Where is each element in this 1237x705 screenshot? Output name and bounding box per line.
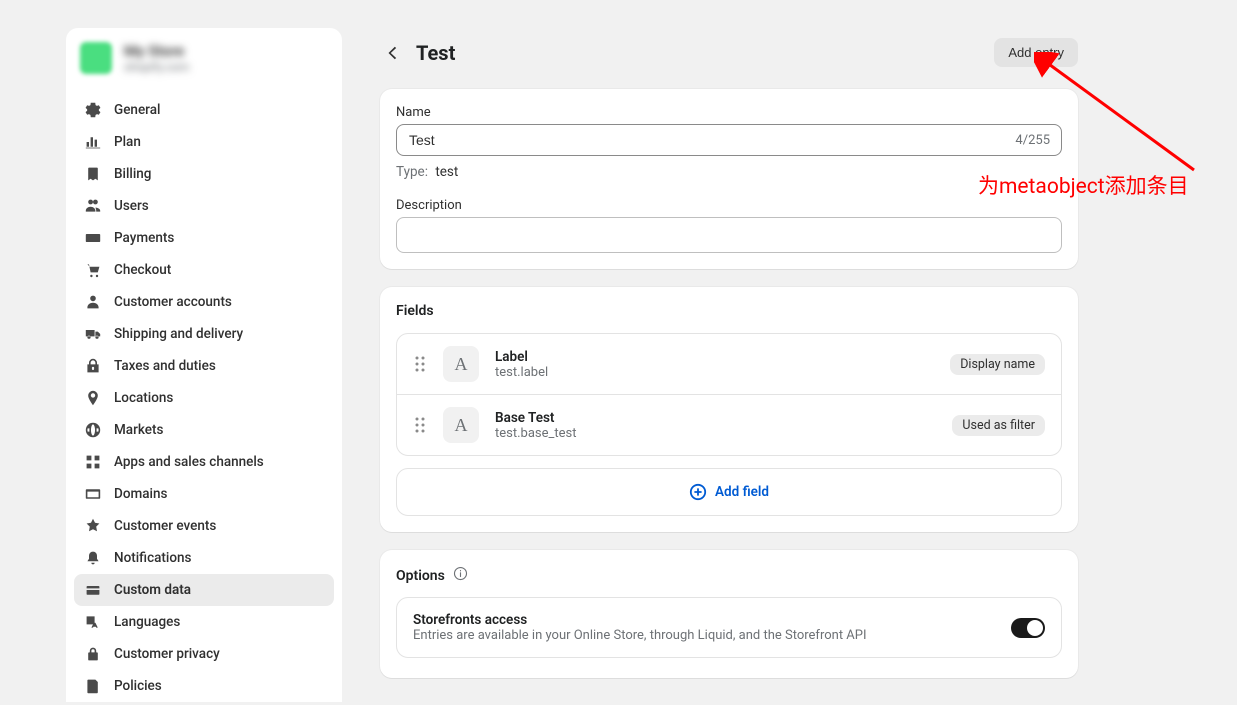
- policies-icon: [84, 677, 102, 695]
- settings-nav: General Plan Billing Users Payments Chec…: [66, 88, 342, 702]
- add-field-label: Add field: [715, 484, 769, 500]
- field-badge: Used as filter: [952, 415, 1045, 436]
- back-button[interactable]: [380, 40, 406, 66]
- sidebar-item-checkout[interactable]: Checkout: [74, 254, 334, 286]
- add-field-button[interactable]: Add field: [396, 468, 1062, 516]
- customer-accounts-icon: [84, 293, 102, 311]
- sidebar-item-customer-privacy[interactable]: Customer privacy: [74, 638, 334, 670]
- sidebar-item-users[interactable]: Users: [74, 190, 334, 222]
- settings-sidebar: My Store shopify.com General Plan Billin…: [66, 28, 342, 702]
- store-header[interactable]: My Store shopify.com: [66, 28, 342, 88]
- users-icon: [84, 197, 102, 215]
- sidebar-item-shipping[interactable]: Shipping and delivery: [74, 318, 334, 350]
- field-key: test.base_test: [495, 426, 936, 441]
- sidebar-item-label: Custom data: [114, 582, 191, 598]
- privacy-icon: [84, 645, 102, 663]
- type-value: test: [435, 164, 458, 180]
- markets-icon: [84, 421, 102, 439]
- field-type-icon: A: [443, 407, 479, 443]
- storefront-access-option: Storefronts access Entries are available…: [396, 597, 1062, 658]
- checkout-icon: [84, 261, 102, 279]
- sidebar-item-general[interactable]: General: [74, 94, 334, 126]
- sidebar-item-label: Customer privacy: [114, 646, 220, 662]
- storefront-access-toggle[interactable]: [1011, 618, 1045, 638]
- sidebar-item-label: Policies: [114, 678, 162, 694]
- notifications-icon: [84, 549, 102, 567]
- info-icon[interactable]: [453, 566, 468, 585]
- page-title: Test: [416, 41, 455, 65]
- taxes-icon: [84, 357, 102, 375]
- name-label: Name: [396, 105, 1062, 120]
- sidebar-item-apps[interactable]: Apps and sales channels: [74, 446, 334, 478]
- sidebar-item-label: Domains: [114, 486, 167, 502]
- sidebar-item-label: Payments: [114, 230, 174, 246]
- sidebar-item-markets[interactable]: Markets: [74, 414, 334, 446]
- locations-icon: [84, 389, 102, 407]
- options-card: Options Storefronts access Entries are a…: [380, 550, 1078, 678]
- field-row[interactable]: A Base Test test.base_test Used as filte…: [397, 395, 1061, 455]
- sidebar-item-label: Checkout: [114, 262, 171, 278]
- sidebar-item-label: Shipping and delivery: [114, 326, 243, 342]
- sidebar-item-payments[interactable]: Payments: [74, 222, 334, 254]
- sidebar-item-label: Customer events: [114, 518, 216, 534]
- sidebar-item-label: Apps and sales channels: [114, 454, 264, 470]
- sidebar-item-locations[interactable]: Locations: [74, 382, 334, 414]
- store-logo: [80, 42, 112, 74]
- sidebar-item-label: Taxes and duties: [114, 358, 216, 374]
- domains-icon: [84, 485, 102, 503]
- field-name: Label: [495, 349, 934, 365]
- sidebar-item-plan[interactable]: Plan: [74, 126, 334, 158]
- annotation-text: 为metaobject添加条目: [978, 170, 1189, 200]
- sidebar-item-customer-accounts[interactable]: Customer accounts: [74, 286, 334, 318]
- definition-card: Name 4/255 Type: test Description: [380, 89, 1078, 269]
- sidebar-item-label: Plan: [114, 134, 141, 150]
- field-row[interactable]: A Label test.label Display name: [397, 334, 1061, 395]
- sidebar-item-label: Customer accounts: [114, 294, 232, 310]
- sidebar-item-taxes[interactable]: Taxes and duties: [74, 350, 334, 382]
- shipping-icon: [84, 325, 102, 343]
- description-label: Description: [396, 198, 1062, 213]
- option-description: Entries are available in your Online Sto…: [413, 628, 867, 643]
- drag-handle-icon[interactable]: [413, 356, 427, 372]
- fields-card: Fields A Label test.label Display name: [380, 287, 1078, 532]
- type-key-label: Type:: [396, 164, 428, 180]
- custom-data-icon: [84, 581, 102, 599]
- sidebar-item-policies[interactable]: Policies: [74, 670, 334, 702]
- name-input[interactable]: [396, 124, 1062, 156]
- apps-icon: [84, 453, 102, 471]
- field-type-icon: A: [443, 346, 479, 382]
- gear-icon: [84, 101, 102, 119]
- plan-icon: [84, 133, 102, 151]
- payments-icon: [84, 229, 102, 247]
- sidebar-item-notifications[interactable]: Notifications: [74, 542, 334, 574]
- description-input[interactable]: [396, 217, 1062, 253]
- options-section-title: Options: [396, 568, 445, 584]
- sidebar-item-label: Billing: [114, 166, 151, 182]
- add-entry-button[interactable]: Add entry: [994, 38, 1078, 67]
- sidebar-item-customer-events[interactable]: Customer events: [74, 510, 334, 542]
- field-name: Base Test: [495, 410, 936, 426]
- sidebar-item-label: Users: [114, 198, 149, 214]
- sidebar-item-label: Markets: [114, 422, 163, 438]
- name-counter: 4/255: [1015, 133, 1050, 148]
- drag-handle-icon[interactable]: [413, 417, 427, 433]
- field-badge: Display name: [950, 354, 1045, 375]
- sidebar-item-languages[interactable]: Languages: [74, 606, 334, 638]
- billing-icon: [84, 165, 102, 183]
- customer-events-icon: [84, 517, 102, 535]
- sidebar-item-custom-data[interactable]: Custom data: [74, 574, 334, 606]
- store-name: My Store: [124, 42, 189, 60]
- field-key: test.label: [495, 365, 934, 380]
- sidebar-item-label: Notifications: [114, 550, 191, 566]
- sidebar-item-label: Languages: [114, 614, 180, 630]
- sidebar-item-domains[interactable]: Domains: [74, 478, 334, 510]
- main-content: Test Add entry Name 4/255 Type: test Des…: [380, 28, 1078, 702]
- languages-icon: [84, 613, 102, 631]
- sidebar-item-billing[interactable]: Billing: [74, 158, 334, 190]
- option-title: Storefronts access: [413, 612, 867, 628]
- sidebar-item-label: Locations: [114, 390, 173, 406]
- store-subtitle: shopify.com: [124, 60, 189, 74]
- fields-section-title: Fields: [396, 303, 1062, 319]
- sidebar-item-label: General: [114, 102, 160, 118]
